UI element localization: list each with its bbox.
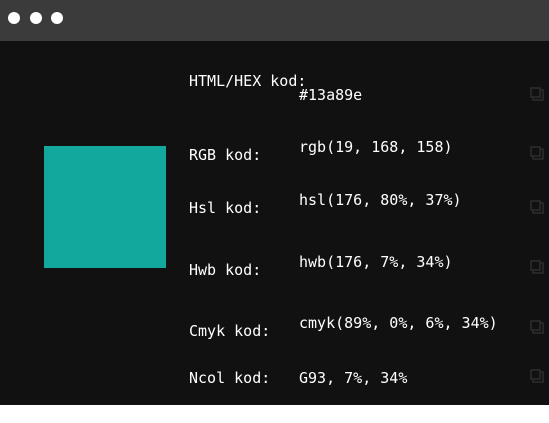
color-swatch (44, 146, 166, 268)
rgb-code-value[interactable]: rgb(19, 168, 158) (299, 138, 499, 156)
rgb-code-label: RGB kod: (189, 146, 262, 164)
copy-icon[interactable] (530, 260, 544, 274)
window-control-dot[interactable] (51, 12, 63, 24)
color-info-window: HTML/HEX kod: #13a89e RGB kod: rgb(19, 1… (0, 0, 549, 405)
ncol-code-label: Ncol kod: (189, 369, 271, 387)
window-titlebar (0, 0, 549, 41)
cmyk-code-value[interactable]: cmyk(89%, 0%, 6%, 34%) (299, 314, 499, 332)
copy-icon[interactable] (530, 87, 544, 101)
window-control-dot[interactable] (30, 12, 42, 24)
ncol-code-value[interactable]: G93, 7%, 34% (299, 369, 499, 387)
copy-icon[interactable] (530, 146, 544, 160)
copy-icon[interactable] (530, 320, 544, 334)
copy-icon[interactable] (530, 200, 544, 214)
hsl-code-value[interactable]: hsl(176, 80%, 37%) (299, 191, 499, 209)
hwb-code-label: Hwb kod: (189, 261, 262, 279)
hex-code-value[interactable]: #13a89e (299, 86, 499, 104)
hwb-code-value[interactable]: hwb(176, 7%, 34%) (299, 253, 499, 271)
hsl-code-label: Hsl kod: (189, 199, 262, 217)
copy-icon[interactable] (530, 369, 544, 383)
window-control-dot[interactable] (8, 12, 20, 24)
cmyk-code-label: Cmyk kod: (189, 322, 271, 340)
hex-code-label: HTML/HEX kod: (189, 72, 307, 90)
